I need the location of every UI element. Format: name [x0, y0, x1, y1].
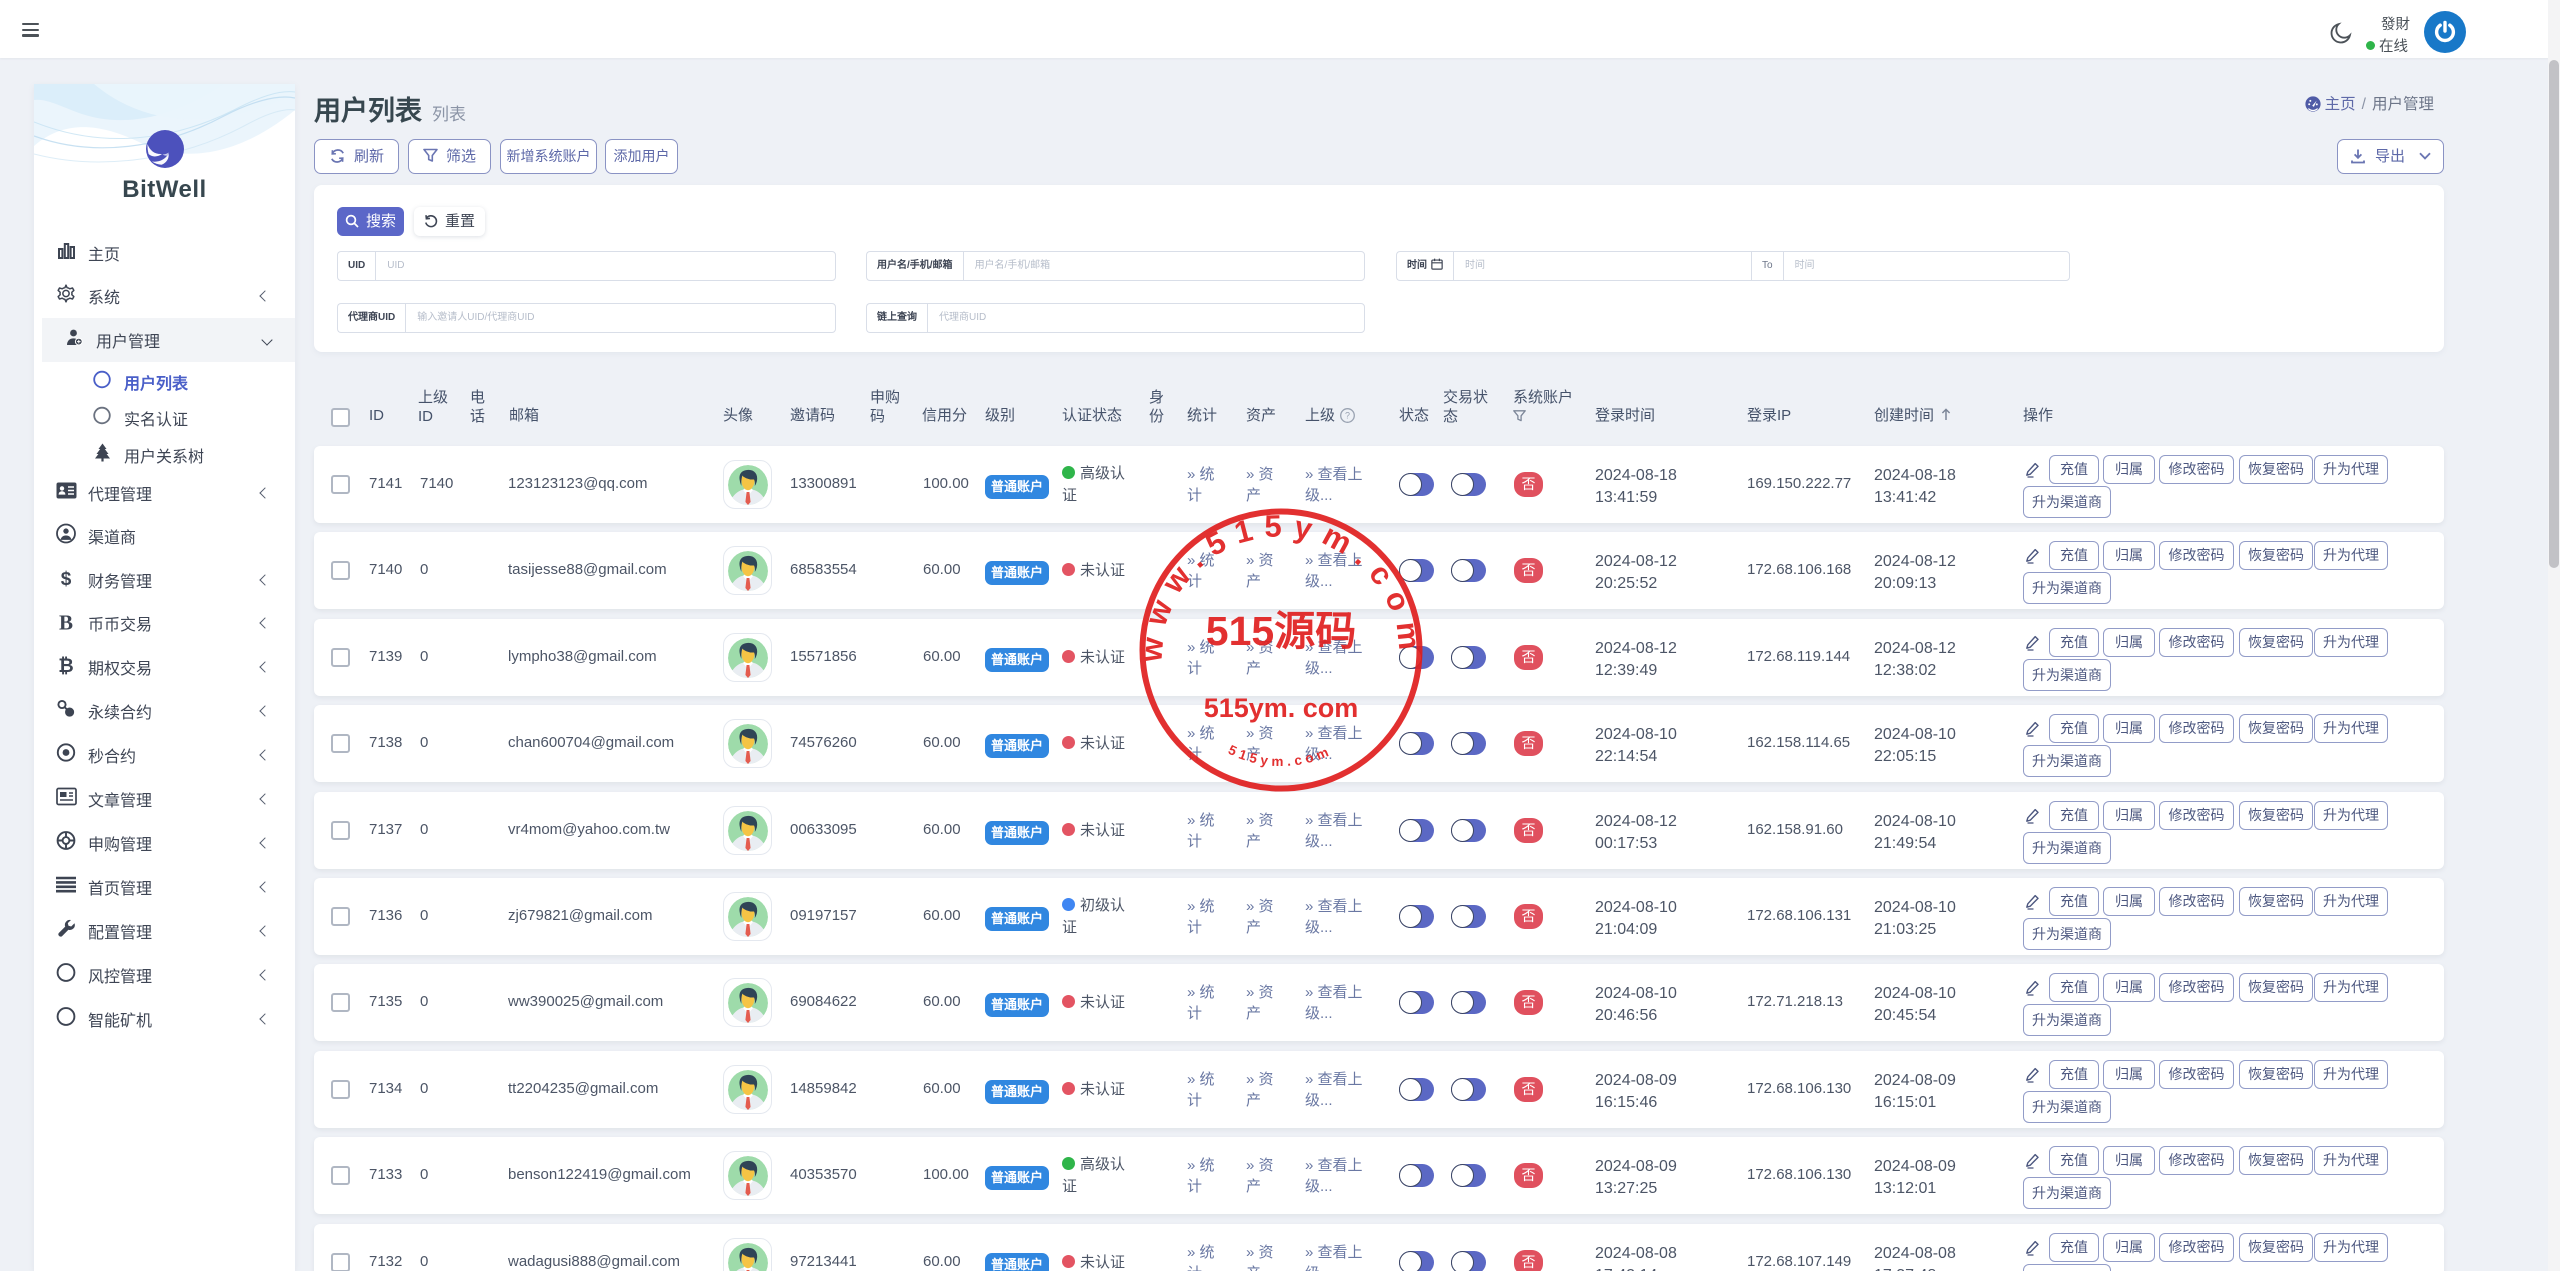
svg-text:?: ? [1345, 411, 1350, 421]
